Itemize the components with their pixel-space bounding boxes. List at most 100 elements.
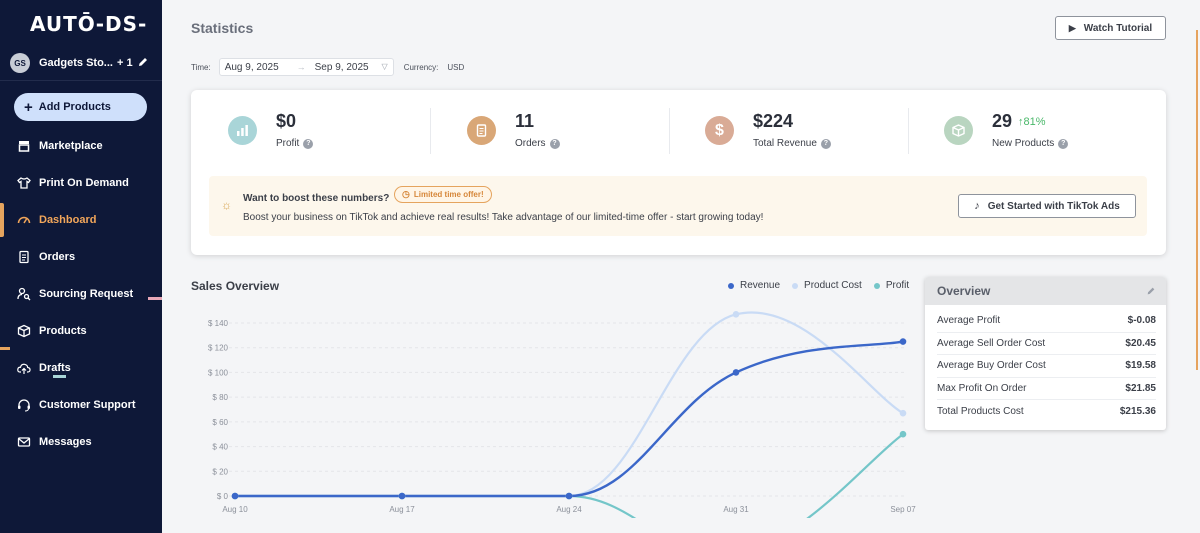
legend-label: Profit bbox=[885, 280, 910, 291]
store-avatar: GS bbox=[10, 53, 30, 73]
y-tick-label: $ 60 bbox=[212, 418, 228, 427]
storefront-icon bbox=[18, 141, 30, 152]
package-icon bbox=[944, 116, 973, 145]
overview-panel: Overview Average Profit $-0.08 Average Se… bbox=[925, 277, 1166, 430]
sidebar-item-messages[interactable]: Messages bbox=[0, 429, 162, 455]
promo-text: Boost your business on TikTok and achiev… bbox=[243, 212, 764, 223]
bar-chart-icon bbox=[228, 116, 257, 145]
chart-legend: Revenue Product Cost Profit bbox=[728, 280, 921, 291]
stat-label: New Products? bbox=[992, 138, 1069, 149]
y-tick-label: $ 40 bbox=[212, 443, 228, 452]
gauge-icon bbox=[17, 216, 31, 224]
overview-label: Average Profit bbox=[937, 315, 1001, 327]
legend-item-product-cost[interactable]: Product Cost bbox=[792, 280, 862, 291]
add-products-button[interactable]: + Add Products bbox=[14, 93, 147, 121]
x-tick-label: Sep 07 bbox=[890, 505, 916, 514]
sidebar-divider bbox=[0, 80, 162, 81]
stat-orders: 11 Orders? bbox=[467, 108, 667, 158]
help-icon[interactable]: ? bbox=[549, 138, 560, 149]
legend-label: Revenue bbox=[740, 280, 781, 291]
sidebar-item-label: Marketplace bbox=[39, 140, 103, 152]
pencil-icon[interactable] bbox=[137, 56, 149, 68]
overview-label: Average Buy Order Cost bbox=[937, 360, 1046, 372]
sidebar-item-label: Messages bbox=[39, 436, 92, 448]
tiktok-button-label: Get Started with TikTok Ads bbox=[987, 200, 1120, 212]
end-date: Sep 9, 2025 bbox=[314, 61, 369, 73]
limited-offer-badge: ◷ Limited time offer! bbox=[394, 186, 492, 203]
legend-dot bbox=[792, 282, 799, 289]
stat-label: Orders? bbox=[515, 138, 560, 149]
help-icon[interactable]: ? bbox=[303, 138, 314, 149]
promo-banner: ☼ Want to boost these numbers? ◷ Limited … bbox=[209, 176, 1147, 236]
legend-label: Product Cost bbox=[804, 280, 862, 291]
data-point-revenue bbox=[398, 492, 406, 500]
sidebar-item-label: Orders bbox=[39, 251, 76, 263]
stat-label: Profit? bbox=[276, 138, 314, 149]
sales-chart: $ 0 $ 20 $ 40 $ 60 $ 80 $ 100 $ 120 $ 140 Aug 10… bbox=[208, 311, 916, 518]
store-extra-count: + 1 bbox=[116, 57, 133, 69]
overview-value: $21.85 bbox=[1125, 383, 1156, 395]
pencil-icon[interactable] bbox=[1146, 286, 1156, 296]
person-search-icon bbox=[17, 287, 31, 301]
notification-marker bbox=[0, 347, 10, 350]
arrow-right-icon: → bbox=[296, 62, 306, 72]
sidebar-item-products[interactable]: Products bbox=[0, 318, 162, 344]
series-line-profit bbox=[234, 433, 904, 518]
sidebar-item-orders[interactable]: Orders bbox=[0, 244, 162, 270]
data-point-product-cost bbox=[899, 409, 907, 417]
sidebar-item-dashboard[interactable]: Dashboard bbox=[0, 207, 162, 233]
document-icon bbox=[19, 250, 29, 264]
stat-label-text: Total Revenue bbox=[753, 138, 817, 149]
page-title: Statistics bbox=[191, 20, 254, 36]
tiktok-icon: ♪ bbox=[974, 200, 980, 212]
stat-value: $0 bbox=[276, 111, 297, 131]
stat-label-text: New Products bbox=[992, 138, 1055, 149]
y-tick-label: $ 0 bbox=[217, 492, 229, 501]
sidebar-item-customer-support[interactable]: Customer Support bbox=[0, 392, 162, 418]
help-icon[interactable]: ? bbox=[1058, 138, 1069, 149]
stat-label-text: Profit bbox=[276, 138, 300, 149]
sidebar-item-marketplace[interactable]: Marketplace bbox=[0, 133, 162, 159]
sales-overview-title: Sales Overview bbox=[191, 279, 280, 293]
sidebar-item-sourcing-request[interactable]: Sourcing Request bbox=[0, 281, 162, 307]
start-date: Aug 9, 2025 bbox=[224, 61, 279, 73]
store-selector[interactable]: GS Gadgets Sto... + 1 bbox=[10, 53, 155, 73]
tiktok-ads-button[interactable]: ♪ Get Started with TikTok Ads bbox=[958, 194, 1136, 218]
data-point-revenue bbox=[732, 369, 740, 376]
sidebar-item-label: Drafts bbox=[39, 362, 71, 374]
clock-icon: ◷ bbox=[402, 189, 410, 199]
x-tick-label: Aug 17 bbox=[389, 505, 415, 514]
scrollbar[interactable] bbox=[1196, 30, 1198, 370]
overview-value: $20.45 bbox=[1125, 337, 1156, 349]
play-icon: ▶ bbox=[1068, 22, 1076, 33]
sidebar-item-drafts[interactable]: Drafts bbox=[0, 355, 162, 381]
lightbulb-icon: ☼ bbox=[221, 198, 232, 212]
date-range-picker[interactable]: Aug 9, 2025 → Sep 9, 2025 ▽ bbox=[218, 58, 394, 76]
overview-row: Average Buy Order Cost $19.58 bbox=[937, 355, 1156, 378]
overview-value: $-0.08 bbox=[1127, 315, 1156, 327]
help-icon[interactable]: ? bbox=[820, 138, 831, 149]
x-tick-label: Aug 10 bbox=[222, 505, 248, 514]
shirt-icon bbox=[17, 177, 31, 189]
autods-logo[interactable]: AUTŌ-DS- bbox=[30, 12, 147, 36]
currency-value[interactable]: USD bbox=[447, 63, 464, 72]
series-line-product-cost bbox=[234, 311, 904, 498]
y-tick-label: $ 120 bbox=[208, 344, 229, 353]
legend-item-revenue[interactable]: Revenue bbox=[728, 280, 780, 291]
promo-title: Want to boost these numbers? bbox=[243, 193, 390, 204]
data-point-revenue bbox=[899, 338, 907, 345]
stats-card: $0 Profit? 11 Orders? $ $224 Total Reven… bbox=[191, 90, 1166, 255]
data-point-profit bbox=[899, 430, 907, 438]
sidebar-item-print-on-demand[interactable]: Print On Demand bbox=[0, 170, 162, 196]
plus-icon: + bbox=[24, 98, 33, 116]
stat-label-text: Orders bbox=[515, 138, 546, 149]
overview-row: Average Sell Order Cost $20.45 bbox=[937, 333, 1156, 356]
overview-label: Max Profit On Order bbox=[937, 383, 1027, 395]
legend-item-profit[interactable]: Profit bbox=[873, 280, 910, 291]
data-point-product-cost bbox=[732, 311, 740, 318]
legend-dot bbox=[873, 282, 880, 289]
data-point-revenue bbox=[231, 492, 239, 500]
watch-tutorial-button[interactable]: ▶ Watch Tutorial bbox=[1055, 16, 1166, 40]
y-tick-label: $ 20 bbox=[212, 467, 228, 476]
y-tick-label: $ 140 bbox=[208, 319, 229, 328]
